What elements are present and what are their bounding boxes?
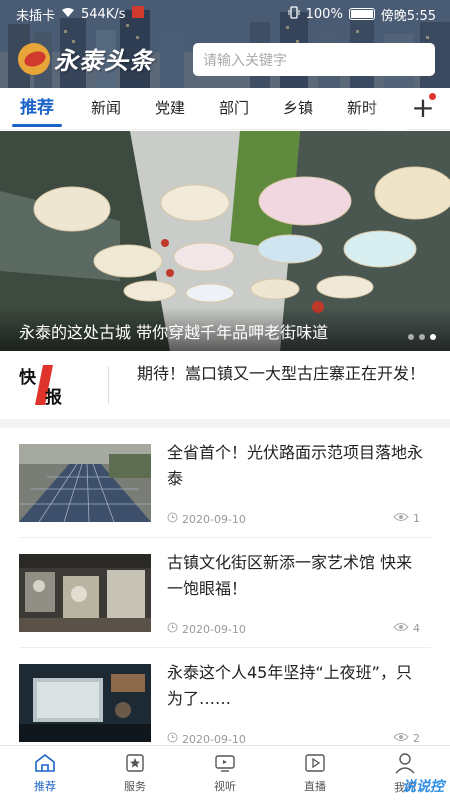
- play-icon: [304, 753, 326, 776]
- user-icon: [394, 752, 416, 777]
- news-title[interactable]: 古镇文化街区新添一家艺术馆 快来一饱眼福！: [167, 550, 427, 602]
- search-input[interactable]: 请输入关键字: [193, 43, 435, 76]
- header: 未插卡 544K/s 100% 傍晚5:55 永泰头条 请输入关键字: [0, 0, 450, 88]
- nav-label: 视听: [214, 779, 236, 793]
- carousel-indicators: [408, 334, 436, 340]
- news-views: 2: [393, 732, 420, 745]
- nav-label: 推荐: [34, 779, 56, 793]
- nav-label: 服务: [124, 779, 146, 793]
- status-time: 傍晚5:55: [380, 8, 436, 24]
- news-date: 2020-09-10: [167, 512, 246, 526]
- solar-road-image: [19, 444, 151, 522]
- news-date-text: 2020-09-10: [182, 732, 246, 746]
- news-title[interactable]: 全省首个！光伏路面示范项目落地永泰: [167, 440, 427, 492]
- art-gallery-image: [19, 554, 151, 632]
- app-screen: 未插卡 544K/s 100% 傍晚5:55 永泰头条 请输入关键字 推荐 新闻…: [0, 0, 450, 800]
- banner-carousel[interactable]: 永泰的这处古城 带你穿越千年品呷老街味道: [0, 131, 450, 351]
- eye-icon: [393, 512, 409, 525]
- clock-icon: [167, 512, 178, 526]
- battery-icon: [348, 8, 375, 20]
- home-icon: [34, 753, 56, 776]
- banner-caption: 永泰的这处古城 带你穿越千年品呷老街味道: [0, 307, 450, 351]
- app-logo: 永泰头条: [18, 41, 154, 76]
- news-views: 1: [393, 512, 420, 525]
- flash-badge-char-1: 快: [19, 367, 37, 388]
- news-date: 2020-09-10: [167, 622, 246, 636]
- news-thumbnail: [19, 664, 151, 742]
- bottom-navigation: 推荐 服务 视听 直播 我的: [0, 745, 450, 800]
- star-icon: [125, 753, 145, 776]
- tab-recommend[interactable]: 推荐: [0, 88, 74, 130]
- banner-title: 永泰的这处古城 带你穿越千年品呷老街味道: [19, 323, 329, 342]
- nav-services[interactable]: 服务: [90, 746, 180, 800]
- wifi-icon: [61, 7, 75, 22]
- eye-icon: [393, 622, 409, 635]
- eye-icon: [393, 732, 409, 745]
- nav-label: 直播: [304, 779, 326, 793]
- news-date-text: 2020-09-10: [182, 622, 246, 636]
- news-thumbnail: [19, 554, 151, 632]
- news-item[interactable]: 古镇文化街区新添一家艺术馆 快来一饱眼福！ 2020-09-10 4: [0, 538, 450, 648]
- news-views-count: 2: [413, 732, 420, 745]
- tab-departments[interactable]: 部门: [202, 88, 266, 130]
- status-bar: 未插卡 544K/s 100% 傍晚5:55: [0, 0, 450, 28]
- news-views-count: 1: [413, 512, 420, 525]
- news-views: 4: [393, 622, 420, 635]
- news-title[interactable]: 永泰这个人45年坚持“上夜班”，只为了……: [167, 660, 427, 712]
- tab-towns[interactable]: 乡镇: [266, 88, 330, 130]
- flash-badge-graphic: 快 报: [17, 363, 71, 408]
- flash-news-badge: 快 报: [17, 363, 71, 408]
- nav-media[interactable]: 视听: [180, 746, 270, 800]
- tab-news[interactable]: 新闻: [74, 88, 138, 130]
- clock-icon: [167, 732, 178, 746]
- news-thumbnail: [19, 444, 151, 522]
- tab-party-building[interactable]: 党建: [138, 88, 202, 130]
- news-date: 2020-09-10: [167, 732, 246, 746]
- watermark: 说说控: [402, 779, 444, 795]
- nav-recommend[interactable]: 推荐: [0, 746, 90, 800]
- carrier-label: 未插卡: [16, 8, 56, 24]
- cinema-image: [19, 664, 151, 742]
- plus-icon[interactable]: +: [408, 93, 438, 124]
- carousel-dot[interactable]: [419, 334, 425, 340]
- carousel-dot-active[interactable]: [430, 334, 436, 340]
- vibrate-icon: [288, 5, 300, 23]
- battery-percent: 100%: [305, 6, 343, 22]
- logo-emblem-icon: [18, 42, 50, 75]
- divider: [108, 366, 109, 404]
- news-views-count: 4: [413, 622, 420, 635]
- news-item[interactable]: 永泰这个人45年坚持“上夜班”，只为了…… 2020-09-10 2: [0, 648, 450, 758]
- flash-badge-char-2: 报: [45, 387, 62, 407]
- app-name: 永泰头条: [54, 47, 154, 75]
- carousel-dot[interactable]: [408, 334, 414, 340]
- tabs-fade-overlay: [366, 88, 406, 130]
- news-date-text: 2020-09-10: [182, 512, 246, 526]
- section-gap: [0, 419, 450, 428]
- network-speed: 544K/s: [81, 6, 126, 22]
- flash-news-text[interactable]: 期待！嵩口镇又一大型古庄寨正在开发！: [137, 361, 427, 386]
- app-notification-icon: [131, 6, 144, 22]
- notification-dot: [429, 93, 436, 100]
- clock-icon: [167, 622, 178, 636]
- tv-icon: [214, 753, 236, 776]
- category-tabs: 推荐 新闻 党建 部门 乡镇 新时 +: [0, 88, 450, 130]
- nav-live[interactable]: 直播: [270, 746, 360, 800]
- flash-news-bar[interactable]: 快 报 期待！嵩口镇又一大型古庄寨正在开发！: [0, 351, 450, 417]
- news-item[interactable]: 全省首个！光伏路面示范项目落地永泰 2020-09-10 1: [0, 428, 450, 538]
